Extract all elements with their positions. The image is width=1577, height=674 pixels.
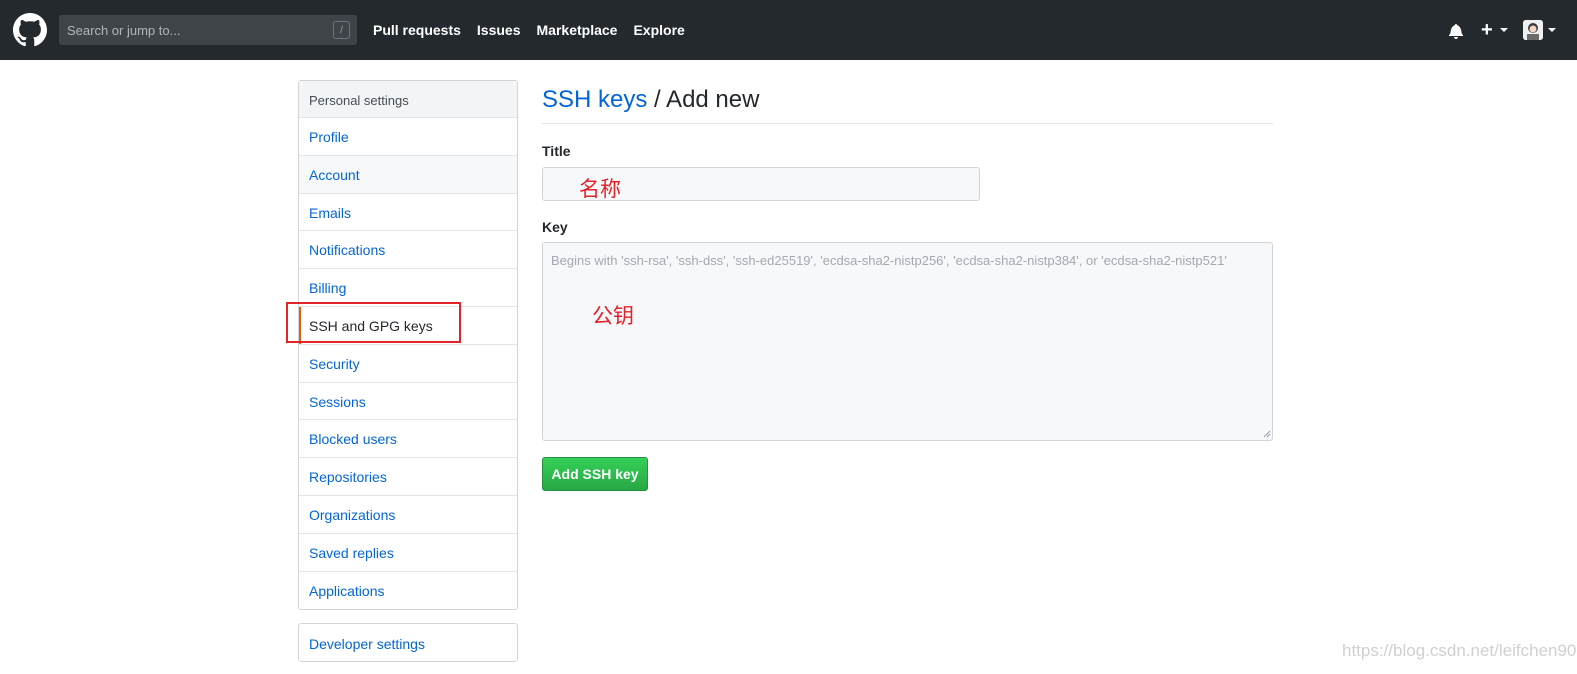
key-textarea[interactable] [542, 242, 1273, 441]
sidebar-item-account[interactable]: Account [299, 155, 517, 194]
sidebar-item-saved-replies[interactable]: Saved replies [299, 534, 517, 572]
nav-explore[interactable]: Explore [633, 22, 684, 38]
chevron-down-icon[interactable] [1548, 28, 1556, 32]
github-logo-icon[interactable] [13, 13, 47, 47]
sidebar-item-emails[interactable]: Emails [299, 194, 517, 232]
plus-icon[interactable]: + [1481, 20, 1493, 40]
title-label: Title [542, 143, 571, 159]
avatar-image [1523, 20, 1543, 40]
avatar[interactable] [1523, 20, 1543, 40]
sidebar-item-repositories[interactable]: Repositories [299, 458, 517, 496]
key-annotation: 公钥 [592, 304, 634, 328]
nav-issues[interactable]: Issues [477, 22, 521, 38]
sidebar-item-security[interactable]: Security [299, 345, 517, 383]
sidebar-item-profile[interactable]: Profile [299, 118, 517, 156]
page-title-rest: / Add new [647, 86, 760, 113]
sidebar-item-developer-settings[interactable]: Developer settings [298, 623, 518, 662]
sidebar-item-blocked-users[interactable]: Blocked users [299, 420, 517, 459]
watermark: https://blog.csdn.net/leifchen90 [1342, 641, 1577, 660]
sidebar-heading: Personal settings [299, 81, 517, 118]
nav-marketplace[interactable]: Marketplace [537, 22, 618, 38]
sidebar-item-ssh-gpg-keys[interactable]: SSH and GPG keys [299, 306, 517, 345]
sidebar-item-notifications[interactable]: Notifications [299, 231, 517, 270]
ssh-keys-link[interactable]: SSH keys [542, 86, 647, 113]
top-header: / Pull requests Issues Marketplace Explo… [0, 0, 1577, 60]
settings-sidebar: Personal settings Profile Account Emails… [298, 80, 518, 611]
search-input[interactable] [59, 15, 357, 45]
key-label: Key [542, 219, 568, 235]
sidebar-item-sessions[interactable]: Sessions [299, 383, 517, 421]
nav-pull-requests[interactable]: Pull requests [373, 22, 461, 38]
page-title: SSH keys / Add new [542, 80, 1273, 124]
title-annotation: 名称 [579, 177, 621, 201]
search-box: / [59, 15, 357, 45]
sidebar-item-organizations[interactable]: Organizations [299, 496, 517, 534]
header-nav: Pull requests Issues Marketplace Explore [373, 0, 701, 60]
sidebar-item-applications[interactable]: Applications [299, 572, 517, 610]
sidebar-item-billing[interactable]: Billing [299, 269, 517, 307]
chevron-down-icon[interactable] [1500, 28, 1508, 32]
bell-icon[interactable] [1448, 23, 1464, 39]
search-shortcut-key: / [333, 21, 350, 39]
add-ssh-key-button[interactable]: Add SSH key [542, 457, 648, 491]
main-content: SSH keys / Add new Title 名称 Key 公钥 Add S… [542, 80, 1273, 491]
resize-grip-icon[interactable] [1263, 430, 1271, 438]
